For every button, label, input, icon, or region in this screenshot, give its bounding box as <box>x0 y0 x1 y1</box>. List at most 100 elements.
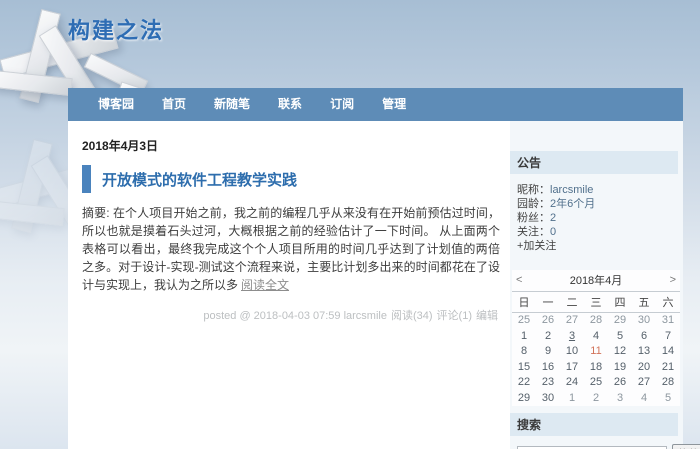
screen: 构建之法 博客园首页新随笔联系订阅管理 2018年4月3日 开放模式的软件工程教… <box>0 0 700 449</box>
calendar-day-cell: 15 <box>512 360 536 376</box>
nav-item-0[interactable]: 博客园 <box>84 88 148 121</box>
nav-item-5[interactable]: 管理 <box>368 88 420 121</box>
announcement-header: 公告 <box>510 151 678 174</box>
calendar-day-cell: 12 <box>608 344 632 360</box>
calendar-day-cell: 26 <box>608 375 632 391</box>
calendar-week-row: 22232425262728 <box>512 375 680 391</box>
calendar-week-row: 891011121314 <box>512 344 680 360</box>
calendar-day-name: 一 <box>536 292 560 313</box>
search-body: 找找看谷歌搜索 <box>510 436 683 449</box>
calendar-day-cell: 10 <box>560 344 584 360</box>
posted-meta: posted @ 2018-04-03 07:59 larcsmile 阅读(34… <box>82 307 500 323</box>
calendar-day-cell: 21 <box>656 360 680 376</box>
search-header: 搜索 <box>510 413 678 436</box>
calendar-day-cell: 29 <box>608 313 632 329</box>
calendar-day-name: 四 <box>608 292 632 313</box>
calendar-day-cell: 4 <box>584 329 608 345</box>
calendar-month-title: 2018年4月 <box>528 272 664 288</box>
calendar-day-cell: 1 <box>512 329 536 345</box>
calendar-day-cell: 28 <box>584 313 608 329</box>
calendar-week-row: 293012345 <box>512 391 680 407</box>
sidebar: 公告 昵称：larcsmile园龄：2年6个月粉丝：2关注：0+加关注 < 20… <box>510 121 683 449</box>
announcement-label: 关注： <box>517 226 550 238</box>
calendar-day-cell: 3 <box>608 391 632 407</box>
calendar-table: 日一二三四五六 25262728293031123456789101112131… <box>512 291 680 406</box>
announcement-row-2: 粉丝：2 <box>517 211 676 225</box>
calendar-day-name: 五 <box>632 292 656 313</box>
nav-item-1[interactable]: 首页 <box>148 88 200 121</box>
calendar-day-cell: 5 <box>656 391 680 407</box>
calendar-day-cell: 1 <box>560 391 584 407</box>
calendar-day-cell: 2 <box>536 329 560 345</box>
announcement-body: 昵称：larcsmile园龄：2年6个月粉丝：2关注：0+加关注 <box>510 174 683 257</box>
calendar-week-row: 15161718192021 <box>512 360 680 376</box>
calendar-day-name: 三 <box>584 292 608 313</box>
calendar-day-cell: 9 <box>536 344 560 360</box>
follow-link[interactable]: +加关注 <box>517 239 556 253</box>
calendar-day-cell: 30 <box>536 391 560 407</box>
calendar-day-name: 二 <box>560 292 584 313</box>
calendar-next-button[interactable]: > <box>664 274 676 286</box>
calendar-day-cell: 24 <box>560 375 584 391</box>
search-button-local[interactable]: 找找看 <box>672 444 700 449</box>
calendar-day-cell: 30 <box>632 313 656 329</box>
announcement-value[interactable]: 0 <box>550 226 556 238</box>
calendar-day-cell: 5 <box>608 329 632 345</box>
read-count-link[interactable]: 阅读(34) <box>391 310 433 322</box>
calendar-day-name: 日 <box>512 292 536 313</box>
announcement-value[interactable]: larcsmile <box>550 184 593 196</box>
post-summary: 摘要: 在个人项目开始之前，我之前的编程几乎从来没有在开始前预估过时间，所以也就… <box>82 204 500 294</box>
calendar-week-row: 1234567 <box>512 329 680 345</box>
post-summary-text: 摘要: 在个人项目开始之前，我之前的编程几乎从来没有在开始前预估过时间，所以也就… <box>82 206 500 292</box>
main-column: 2018年4月3日 开放模式的软件工程教学实践 摘要: 在个人项目开始之前，我之… <box>68 121 510 449</box>
calendar-day-cell: 14 <box>656 344 680 360</box>
announcement-row-3: 关注：0 <box>517 225 676 239</box>
announcement-label: 园龄： <box>517 198 550 210</box>
search-row-0: 找找看 <box>517 444 678 449</box>
announcement-value[interactable]: 2 <box>550 212 556 224</box>
calendar-day-cell: 17 <box>560 360 584 376</box>
nav-item-4[interactable]: 订阅 <box>316 88 368 121</box>
nav-item-3[interactable]: 联系 <box>264 88 316 121</box>
calendar-day-cell: 7 <box>656 329 680 345</box>
posted-meta-text: posted @ 2018-04-03 07:59 larcsmile <box>203 310 387 322</box>
nav-item-2[interactable]: 新随笔 <box>200 88 264 121</box>
comment-count-link[interactable]: 评论(1) <box>437 310 472 322</box>
announcement-label: 粉丝： <box>517 212 550 224</box>
calendar-day-cell: 2 <box>584 391 608 407</box>
blog-title-link[interactable]: 构建之法 <box>68 13 164 45</box>
calendar-widget: < 2018年4月 > 日一二三四五六 25262728293031123456… <box>512 270 680 406</box>
calendar-day-cell: 27 <box>632 375 656 391</box>
page-column: 构建之法 博客园首页新随笔联系订阅管理 2018年4月3日 开放模式的软件工程教… <box>68 0 683 449</box>
calendar-day-cell: 18 <box>584 360 608 376</box>
announcement-row-1: 园龄：2年6个月 <box>517 197 676 211</box>
read-more-link[interactable]: 阅读全文 <box>241 278 289 292</box>
calendar-prev-button[interactable]: < <box>516 274 528 286</box>
calendar-day-cell: 23 <box>536 375 560 391</box>
calendar-day-cell: 31 <box>656 313 680 329</box>
navbar: 博客园首页新随笔联系订阅管理 <box>68 88 683 121</box>
calendar-week-row: 25262728293031 <box>512 313 680 329</box>
calendar-day-cell: 6 <box>632 329 656 345</box>
calendar-day-cell: 16 <box>536 360 560 376</box>
calendar-day-cell: 27 <box>560 313 584 329</box>
calendar-day-cell: 29 <box>512 391 536 407</box>
calendar-day-cell: 4 <box>632 391 656 407</box>
calendar-day-cell: 26 <box>536 313 560 329</box>
calendar-day-cell: 8 <box>512 344 536 360</box>
calendar-header: < 2018年4月 > <box>512 270 680 291</box>
calendar-day-cell: 28 <box>656 375 680 391</box>
post-date-heading: 2018年4月3日 <box>82 137 500 154</box>
calendar-day-cell: 19 <box>608 360 632 376</box>
calendar-day-cell[interactable]: 3 <box>560 329 584 345</box>
edit-link[interactable]: 编辑 <box>476 310 498 322</box>
calendar-day-cell: 25 <box>584 375 608 391</box>
calendar-day-cell: 13 <box>632 344 656 360</box>
post-title-row: 开放模式的软件工程教学实践 <box>82 165 500 193</box>
post-title-link[interactable]: 开放模式的软件工程教学实践 <box>102 169 297 190</box>
announcement-value[interactable]: 2年6个月 <box>550 198 595 210</box>
post-title-accent-bar <box>82 165 91 193</box>
search-input-local[interactable] <box>517 446 667 449</box>
calendar-day-cell: 25 <box>512 313 536 329</box>
calendar-day-name: 六 <box>656 292 680 313</box>
